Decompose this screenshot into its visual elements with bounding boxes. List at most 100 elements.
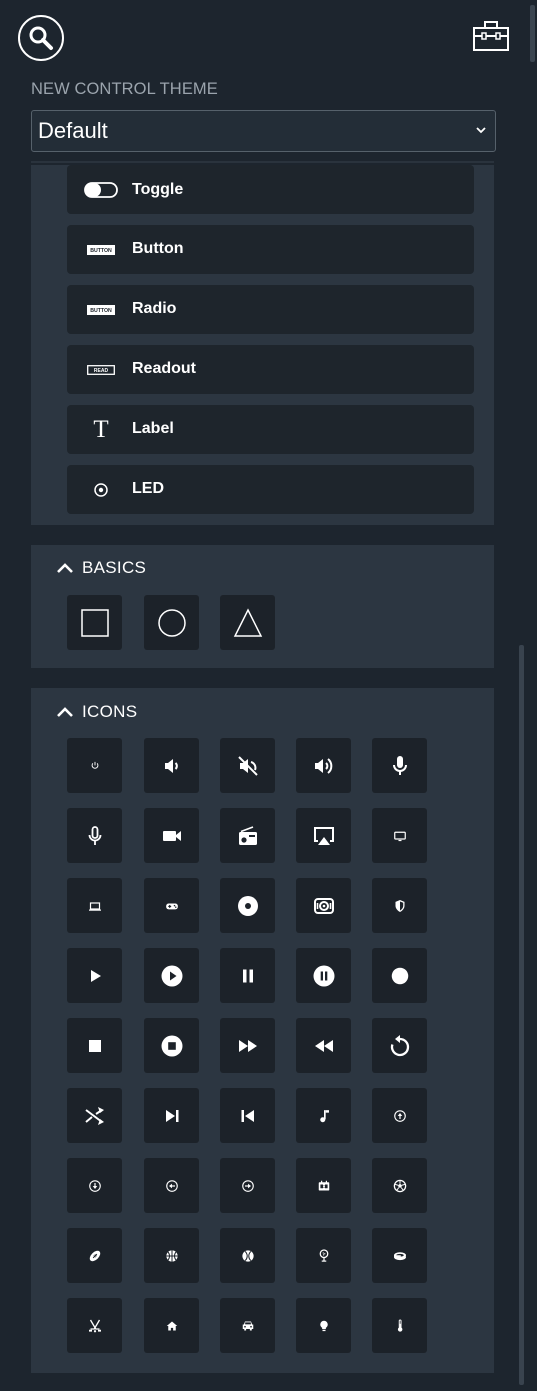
icon-tile-microphone-outline[interactable] — [67, 808, 122, 863]
icon-tile-stop-circle[interactable] — [144, 1018, 199, 1073]
icon-tile-scoreboard[interactable] — [296, 1158, 351, 1213]
svg-text:BUTTON: BUTTON — [90, 308, 112, 314]
scrollbar-track[interactable] — [529, 0, 537, 1391]
rewind-icon — [314, 1039, 333, 1052]
icon-tile-car[interactable] — [220, 1298, 275, 1353]
icon-tile-arrow-up-circle[interactable] — [372, 1088, 427, 1143]
basics-panel: BASICS — [31, 545, 494, 668]
toggle-icon — [81, 165, 121, 214]
control-item-label: Button — [132, 240, 184, 257]
fast-forward-icon — [238, 1039, 257, 1052]
icon-tile-skip-previous[interactable] — [220, 1088, 275, 1143]
square-shape[interactable] — [67, 595, 122, 650]
control-item-radio[interactable]: BUTTON Radio — [67, 285, 474, 334]
icon-tile-volume-mute[interactable] — [220, 738, 275, 793]
disc-icon — [237, 895, 258, 916]
icon-tile-play-circle[interactable] — [144, 948, 199, 1003]
icon-tile-microphone[interactable] — [372, 738, 427, 793]
icon-tile-airplay[interactable] — [296, 808, 351, 863]
scrollbar-thumb[interactable] — [530, 5, 535, 62]
control-item-label-control[interactable]: T Label — [67, 405, 474, 454]
icon-tile-football[interactable] — [67, 1228, 122, 1283]
icon-tile-disc[interactable] — [220, 878, 275, 933]
basics-header[interactable]: BASICS — [56, 556, 146, 580]
theme-select[interactable]: Default — [31, 110, 496, 152]
speaker-icon — [313, 897, 334, 914]
icons-panel: ICONS — [31, 688, 494, 1373]
icons-header[interactable]: ICONS — [56, 700, 137, 724]
control-item-toggle[interactable]: Toggle — [67, 165, 474, 214]
icon-tile-replay[interactable] — [372, 1018, 427, 1073]
laptop-icon — [88, 901, 101, 911]
icon-tile-pause[interactable] — [220, 948, 275, 1003]
icon-tile-rewind[interactable] — [296, 1018, 351, 1073]
icon-tile-hockey-puck[interactable] — [372, 1228, 427, 1283]
triangle-shape[interactable] — [220, 595, 275, 650]
icon-tile-fast-forward[interactable] — [220, 1018, 275, 1073]
hockey-puck-icon — [393, 1251, 406, 1260]
arrow-right-circle-icon — [241, 1179, 254, 1192]
control-item-button[interactable]: BUTTON Button — [67, 225, 474, 274]
power-icon — [91, 761, 98, 769]
icon-tile-video-camera[interactable] — [144, 808, 199, 863]
led-icon — [81, 465, 121, 514]
icon-tile-tv[interactable] — [372, 808, 427, 863]
icon-tile-gamepad[interactable] — [144, 878, 199, 933]
control-item-label: Radio — [132, 300, 177, 317]
search-button[interactable] — [18, 15, 64, 61]
icon-tile-thermometer[interactable] — [372, 1298, 427, 1353]
icon-tile-radio[interactable] — [220, 808, 275, 863]
icon-tile-volume-down[interactable] — [144, 738, 199, 793]
icon-tile-record[interactable] — [372, 948, 427, 1003]
control-item-readout[interactable]: READ Readout — [67, 345, 474, 394]
icon-tile-arrow-down-circle[interactable] — [67, 1158, 122, 1213]
basics-title: BASICS — [82, 558, 147, 577]
icon-tile-golf[interactable] — [296, 1228, 351, 1283]
icon-tile-music-note[interactable] — [296, 1088, 351, 1143]
radio-icon — [238, 825, 257, 845]
icon-tile-soccer-ball[interactable] — [372, 1158, 427, 1213]
icon-tile-pause-circle[interactable] — [296, 948, 351, 1003]
icon-tile-basketball[interactable] — [144, 1228, 199, 1283]
icon-tile-shield[interactable] — [372, 878, 427, 933]
icon-tile-home[interactable] — [144, 1298, 199, 1353]
airplay-icon — [313, 826, 334, 845]
arrow-down-circle-icon — [88, 1179, 101, 1192]
stop-icon — [88, 1039, 101, 1052]
chevron-up-icon — [57, 707, 73, 717]
icon-tile-lightbulb[interactable] — [296, 1298, 351, 1353]
circle-shape[interactable] — [144, 595, 199, 650]
icon-tile-power[interactable] — [67, 738, 122, 793]
icons-title: ICONS — [82, 702, 138, 721]
inner-scrollbar-thumb[interactable] — [519, 645, 524, 1385]
microphone-icon — [392, 755, 407, 775]
shuffle-icon — [84, 1106, 104, 1125]
radio-icon: BUTTON — [81, 285, 121, 334]
toolbox-button[interactable] — [471, 20, 511, 54]
icon-tile-arrow-left-circle[interactable] — [144, 1158, 199, 1213]
icon-tile-hockey-sticks[interactable] — [67, 1298, 122, 1353]
icon-tile-laptop[interactable] — [67, 878, 122, 933]
gamepad-icon — [165, 903, 178, 909]
theme-select-value: Default — [38, 118, 108, 143]
control-item-label: Readout — [132, 360, 196, 377]
icon-tile-arrow-right-circle[interactable] — [220, 1158, 275, 1213]
play-icon — [90, 969, 101, 982]
icon-tile-shuffle[interactable] — [67, 1088, 122, 1143]
svg-text:READ: READ — [94, 368, 109, 374]
readout-icon: READ — [81, 345, 121, 394]
label-icon: T — [93, 416, 109, 443]
icon-tile-stop[interactable] — [67, 1018, 122, 1073]
skip-next-icon — [165, 1109, 178, 1122]
control-item-led[interactable]: LED — [67, 465, 474, 514]
icon-tile-volume-up[interactable] — [296, 738, 351, 793]
icon-tile-speaker[interactable] — [296, 878, 351, 933]
microphone-outline-icon — [88, 825, 101, 845]
arrow-up-circle-icon — [393, 1109, 406, 1122]
chevron-down-icon — [476, 127, 486, 134]
icon-tile-skip-next[interactable] — [144, 1088, 199, 1143]
icon-tile-play[interactable] — [67, 948, 122, 1003]
search-icon — [29, 26, 53, 50]
soccer-ball-icon — [393, 1179, 406, 1192]
icon-tile-baseball[interactable] — [220, 1228, 275, 1283]
